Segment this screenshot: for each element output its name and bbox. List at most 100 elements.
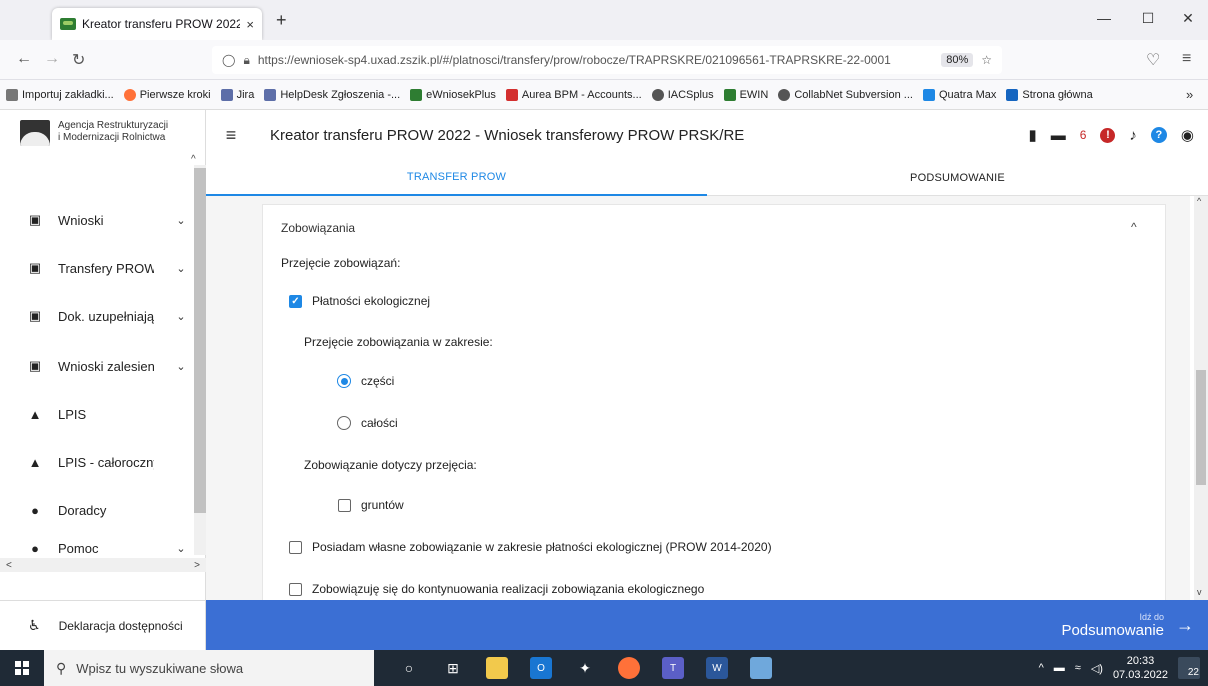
cortana-icon[interactable]: ○	[398, 657, 420, 679]
page-title: Kreator transferu PROW 2022 - Wniosek tr…	[270, 126, 745, 144]
lock-icon[interactable]: 🔒︎	[243, 53, 249, 68]
continue-commitment-option[interactable]: Zobowiązuję się do kontynuowania realiza…	[289, 582, 704, 596]
globe-icon	[778, 88, 791, 101]
bell-icon[interactable]: ♪	[1129, 127, 1137, 144]
bookmark-item[interactable]: Importuj zakładki...	[6, 88, 114, 101]
sidebar-scroll-thumb[interactable]	[194, 168, 206, 513]
sidebar-item-wnioski[interactable]: ▣ Wnioski ⌄	[0, 196, 192, 244]
clock-time: 20:33	[1126, 655, 1155, 667]
bookmark-item[interactable]: eWniosekPlus	[410, 88, 496, 101]
scroll-down-icon[interactable]: v	[1197, 587, 1202, 597]
pocket-icon[interactable]: ♡	[1146, 50, 1160, 70]
logo-line-1: Agencja Restrukturyzacji	[58, 120, 169, 131]
hamburger-menu-icon[interactable]: ≡	[212, 125, 250, 146]
accessibility-declaration-link[interactable]: ♿︎ Deklaracja dostępności	[0, 600, 206, 650]
accessibility-icon: ♿︎	[28, 617, 41, 633]
bookmark-item[interactable]: HelpDesk Zgłoszenia -...	[264, 88, 400, 101]
word-icon[interactable]: W	[706, 657, 728, 679]
bookmark-item[interactable]: Strona główna	[1006, 88, 1093, 101]
bookmark-star-icon[interactable]: ☆	[981, 53, 992, 67]
alert-icon[interactable]: !	[1100, 127, 1116, 143]
bookmark-item[interactable]: Jira	[220, 88, 254, 101]
bookmarks-more-button[interactable]: »	[1186, 87, 1193, 102]
sidebar-item-doradcy[interactable]: ● Doradcy	[0, 486, 192, 534]
clock[interactable]: 20:33 07.03.2022	[1113, 654, 1168, 682]
firefox-icon	[123, 88, 136, 101]
reload-icon[interactable]: ↻	[72, 50, 85, 70]
app-icon[interactable]	[750, 657, 772, 679]
scroll-up-icon[interactable]: ^	[191, 154, 196, 165]
browser-tab[interactable]: Kreator transferu PROW 2022 - ×	[52, 8, 262, 40]
scope-whole-radio[interactable]	[337, 416, 351, 430]
user-account-icon[interactable]: ◉	[1181, 126, 1194, 144]
go-to-summary-button[interactable]: Idź do Podsumowanie →	[1040, 602, 1204, 648]
tab-transfer-prow[interactable]: TRANSFER PROW	[206, 160, 707, 196]
scope-part-option[interactable]: części	[337, 374, 394, 388]
eco-payment-option[interactable]: ✓ Płatności ekologicznej	[289, 294, 430, 308]
chevron-down-icon: ⌄	[176, 360, 186, 373]
file-explorer-icon[interactable]	[486, 657, 508, 679]
person-icon: ●	[31, 502, 39, 518]
own-commitment-option[interactable]: Posiadam własne zobowiązanie w zakresie …	[289, 540, 772, 554]
sidebar-item-lpis-caloroczny[interactable]: ▲ LPIS - całoroczny	[0, 438, 192, 486]
sidebar-item-wnioski-zalesieniowe[interactable]: ▣ Wnioski zalesieniowe ⌄	[0, 342, 192, 390]
scope-part-label: części	[361, 374, 395, 388]
bookmark-item[interactable]: IACSplus	[651, 88, 714, 101]
scroll-left-icon[interactable]: <	[6, 560, 12, 571]
battery-icon[interactable]: ▬	[1054, 662, 1065, 674]
start-button[interactable]	[0, 650, 44, 686]
menu-icon[interactable]: ≡	[1182, 50, 1191, 68]
maximize-button[interactable]: ☐	[1128, 10, 1168, 27]
zoom-level[interactable]: 80%	[941, 53, 974, 67]
bookmark-item[interactable]: EWIN	[723, 88, 768, 101]
task-view-icon[interactable]: ⊞	[442, 657, 464, 679]
continue-commitment-label: Zobowiązuję się do kontynuowania realiza…	[312, 582, 705, 596]
collapse-chevron-icon[interactable]: ^	[1131, 220, 1137, 234]
bookmark-item[interactable]: Quatra Max	[922, 88, 996, 101]
firefox-icon[interactable]	[618, 657, 640, 679]
land-option[interactable]: gruntów	[338, 498, 404, 512]
own-commitment-checkbox[interactable]	[289, 540, 302, 554]
outlook-icon[interactable]: O	[530, 657, 552, 679]
forward-arrow-icon[interactable]: →	[44, 50, 60, 68]
url-bar[interactable]: ◯ 🔒︎ https://ewniosek-sp4.uxad.zszik.pl/…	[212, 46, 1002, 74]
scroll-up-icon[interactable]: ^	[1197, 196, 1201, 206]
content-scroll-thumb[interactable]	[1196, 370, 1206, 485]
bookmark-item[interactable]: Aurea BPM - Accounts...	[505, 88, 642, 101]
close-window-button[interactable]: ✕	[1168, 10, 1208, 27]
land-checkbox[interactable]	[338, 498, 351, 512]
tray-expand-icon[interactable]: ^	[1039, 662, 1044, 674]
tab-podsumowanie[interactable]: PODSUMOWANIE	[707, 160, 1208, 196]
shield-icon[interactable]: ◯	[222, 53, 235, 67]
bookmark-item[interactable]: Pierwsze kroki	[123, 88, 211, 101]
helpdesk-icon	[264, 88, 277, 101]
scope-whole-option[interactable]: całości	[337, 416, 398, 430]
continue-commitment-checkbox[interactable]	[289, 582, 302, 596]
new-tab-button[interactable]: +	[276, 10, 287, 31]
scope-part-radio[interactable]	[337, 374, 351, 388]
sidebar-item-lpis[interactable]: ▲ LPIS	[0, 390, 192, 438]
print-icon[interactable]: ▬	[1051, 127, 1066, 144]
scroll-right-icon[interactable]: >	[194, 560, 200, 571]
sidebar-item-pomoc[interactable]: ● Pomoc ⌄	[0, 538, 192, 558]
taskbar-search[interactable]: ⚲ Wpisz tu wyszukiwane słowa	[44, 650, 374, 686]
teams-icon[interactable]: T	[662, 657, 684, 679]
wifi-icon[interactable]: ≈	[1075, 662, 1081, 674]
sidebar-item-transfery-prow[interactable]: ▣ Transfery PROW ⌄	[0, 244, 192, 292]
help-icon[interactable]: ?	[1150, 127, 1167, 143]
save-icon[interactable]: ▮	[1028, 126, 1036, 144]
volume-icon[interactable]: ◁)	[1091, 662, 1103, 675]
sidebar-horizontal-scrollbar[interactable]: < >	[0, 558, 206, 572]
minimize-button[interactable]: —	[1084, 10, 1124, 26]
tab-close-icon[interactable]: ×	[246, 17, 254, 32]
sidebar-item-dok-uzupelniajace[interactable]: ▣ Dok. uzupełniające ⌄	[0, 292, 192, 340]
mountain-icon: ▲	[28, 406, 42, 422]
tortoise-icon[interactable]: ✦	[574, 657, 596, 679]
notification-center-icon[interactable]: 22	[1178, 657, 1200, 679]
back-arrow-icon[interactable]: ←	[16, 50, 32, 68]
eco-payment-checkbox[interactable]: ✓	[289, 294, 302, 308]
windows-taskbar: ⚲ Wpisz tu wyszukiwane słowa ○ ⊞ O ✦ T W…	[0, 650, 1208, 686]
arimr-logo[interactable]: Agencja Restrukturyzacji i Modernizacji …	[20, 120, 198, 146]
url-text[interactable]: https://ewniosek-sp4.uxad.zszik.pl/#/pla…	[258, 53, 933, 67]
bookmark-item[interactable]: CollabNet Subversion ...	[778, 88, 913, 101]
